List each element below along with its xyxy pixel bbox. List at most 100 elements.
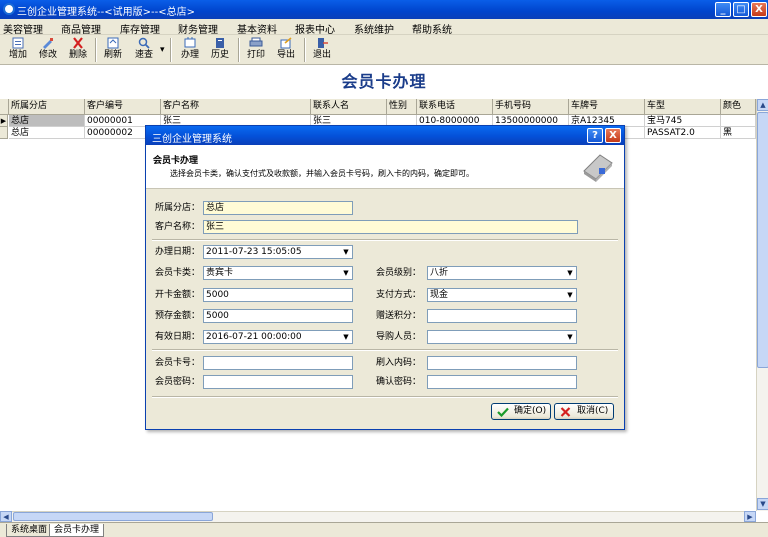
add-icon: [12, 37, 24, 49]
scroll-down-button[interactable]: ▼: [757, 498, 768, 510]
deposit-label: 预存金额：: [155, 311, 201, 321]
scroll-right-button[interactable]: ▶: [744, 511, 756, 522]
maximize-button[interactable]: □: [733, 2, 749, 17]
ok-button[interactable]: 确定(O): [491, 403, 551, 420]
date-value: 2011-07-23 15:05:05: [206, 247, 302, 257]
tab-member-card[interactable]: 会员卡办理: [49, 524, 105, 537]
toolbar: 增加 修改 删除 刷新 速查 ▾ 办理 历史 打印 导出 退出: [0, 35, 768, 65]
quick-search-button[interactable]: 速查: [132, 36, 156, 64]
card-type-select[interactable]: 贵宾卡 ▼: [203, 266, 353, 280]
tab-desktop[interactable]: 系统桌面: [6, 524, 53, 537]
password-field[interactable]: [203, 375, 353, 389]
dialog-title-bar: 三创企业管理系统 ? X: [146, 126, 624, 145]
menu-beauty[interactable]: 美容管理: [3, 21, 43, 36]
menu-basic-data[interactable]: 基本资料: [237, 21, 277, 36]
table-cell[interactable]: 黑: [721, 127, 756, 139]
col-header-mobile[interactable]: 手机号码: [493, 99, 569, 115]
export-icon: [280, 37, 292, 49]
chevron-down-icon[interactable]: ▼: [565, 268, 575, 278]
close-button[interactable]: X: [751, 2, 767, 17]
guide-select[interactable]: ▼: [427, 330, 577, 344]
card-no-label: 会员卡号：: [155, 358, 201, 368]
menu-finance[interactable]: 财务管理: [178, 21, 218, 36]
divider: [152, 396, 618, 398]
table-cell[interactable]: 宝马745: [645, 115, 721, 127]
quick-search-dropdown-icon[interactable]: ▾: [160, 45, 165, 55]
col-header-phone[interactable]: 联系电话: [417, 99, 493, 115]
cancel-button[interactable]: 取消(C): [554, 403, 614, 420]
level-value: 八折: [430, 268, 449, 278]
customer-field[interactable]: 张三: [203, 220, 578, 234]
chevron-down-icon[interactable]: ▼: [341, 247, 351, 257]
level-select[interactable]: 八折 ▼: [427, 266, 577, 280]
level-label: 会员级别：: [376, 268, 422, 278]
exit-button[interactable]: 退出: [310, 36, 334, 64]
col-header-color[interactable]: 颜色: [721, 99, 756, 115]
col-header-plate[interactable]: 车牌号: [569, 99, 645, 115]
dialog-title: 三创企业管理系统: [152, 134, 232, 145]
row-marker[interactable]: ▶: [0, 115, 8, 127]
col-header-customer-name[interactable]: 客户名称: [161, 99, 311, 115]
expiry-value: 2016-07-21 00:00:00: [206, 332, 302, 342]
horizontal-scrollbar[interactable]: ◀ ▶: [0, 511, 756, 522]
points-field[interactable]: [427, 309, 577, 323]
branch-field[interactable]: 总店: [203, 201, 353, 215]
dialog-help-button[interactable]: ?: [587, 128, 603, 143]
scroll-up-button[interactable]: ▲: [757, 99, 768, 111]
dialog-close-button[interactable]: X: [605, 128, 621, 143]
col-header-contact[interactable]: 联系人名: [311, 99, 387, 115]
date-picker[interactable]: 2011-07-23 15:05:05 ▼: [203, 245, 353, 259]
points-label: 赠送积分：: [376, 311, 422, 321]
chevron-down-icon[interactable]: ▼: [341, 332, 351, 342]
table-cell[interactable]: PASSAT2.0: [645, 127, 721, 139]
card-type-value: 贵宾卡: [206, 268, 234, 278]
chevron-down-icon[interactable]: ▼: [565, 332, 575, 342]
chevron-down-icon[interactable]: ▼: [565, 290, 575, 300]
dialog-instructions: 选择会员卡类，确认支付式及收款额，并输入会员卡号码，刷入卡的内码，确定即可。: [170, 169, 474, 178]
branch-label: 所属分店：: [155, 203, 201, 213]
table-cell[interactable]: 总店: [9, 115, 85, 127]
exit-door-icon: [318, 38, 328, 48]
card-no-field[interactable]: [203, 356, 353, 370]
grid-corner: [0, 99, 9, 115]
customer-label: 客户名称：: [155, 222, 201, 232]
edit-button[interactable]: 修改: [36, 36, 60, 64]
menu-goods[interactable]: 商品管理: [61, 21, 101, 36]
vertical-scrollbar[interactable]: ▲ ▼: [756, 99, 768, 511]
table-cell[interactable]: [721, 115, 756, 127]
guide-label: 导购人员：: [376, 332, 422, 342]
row-header[interactable]: [0, 127, 8, 139]
menu-inventory[interactable]: 库存管理: [120, 21, 160, 36]
divider: [152, 349, 618, 351]
add-button[interactable]: 增加: [6, 36, 30, 64]
inner-code-field[interactable]: [427, 356, 577, 370]
process-button[interactable]: 办理: [178, 36, 202, 64]
col-header-gender[interactable]: 性别: [387, 99, 417, 115]
chevron-down-icon[interactable]: ▼: [341, 268, 351, 278]
menu-help[interactable]: 帮助系统: [412, 21, 452, 36]
menu-reports[interactable]: 报表中心: [295, 21, 335, 36]
menu-maintenance[interactable]: 系统维护: [354, 21, 394, 36]
vertical-scroll-thumb[interactable]: [757, 112, 768, 368]
horizontal-scroll-thumb[interactable]: [13, 512, 213, 521]
refresh-button[interactable]: 刷新: [101, 36, 125, 64]
minimize-button[interactable]: _: [715, 2, 731, 17]
scroll-left-button[interactable]: ◀: [0, 511, 12, 522]
export-button[interactable]: 导出: [274, 36, 298, 64]
col-header-customer-no[interactable]: 客户编号: [85, 99, 161, 115]
delete-button[interactable]: 删除: [66, 36, 90, 64]
pay-method-select[interactable]: 现金 ▼: [427, 288, 577, 302]
col-header-car-model[interactable]: 车型: [645, 99, 721, 115]
pay-method-label: 支付方式：: [376, 290, 422, 300]
open-amount-label: 开卡金额：: [155, 290, 201, 300]
open-amount-field[interactable]: 5000: [203, 288, 353, 302]
expiry-date-picker[interactable]: 2016-07-21 00:00:00 ▼: [203, 330, 353, 344]
pay-method-value: 现金: [430, 290, 449, 300]
table-cell[interactable]: 总店: [9, 127, 85, 139]
history-button[interactable]: 历史: [208, 36, 232, 64]
deposit-field[interactable]: 5000: [203, 309, 353, 323]
print-button[interactable]: 打印: [244, 36, 268, 64]
ok-button-label: 确定(O): [514, 406, 547, 416]
col-header-branch[interactable]: 所属分店: [9, 99, 85, 115]
confirm-password-field[interactable]: [427, 375, 577, 389]
